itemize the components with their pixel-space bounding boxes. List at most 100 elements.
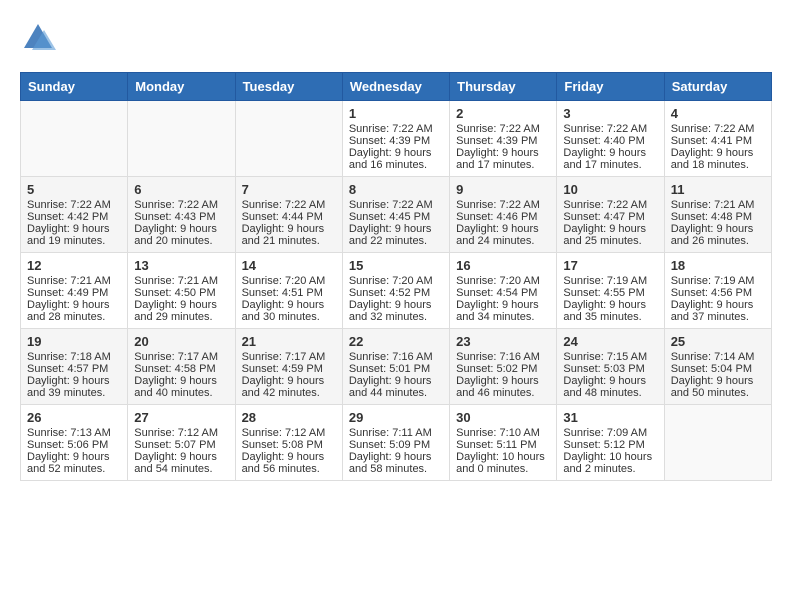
day-number: 3 [563, 106, 657, 121]
day-info-line: Sunrise: 7:10 AM [456, 427, 550, 439]
day-info-line: and 34 minutes. [456, 311, 550, 323]
day-number: 28 [242, 410, 336, 425]
day-info-line: Daylight: 9 hours [671, 223, 765, 235]
day-number: 21 [242, 334, 336, 349]
day-number: 4 [671, 106, 765, 121]
calendar-cell: 1Sunrise: 7:22 AMSunset: 4:39 PMDaylight… [342, 101, 449, 177]
calendar-cell: 15Sunrise: 7:20 AMSunset: 4:52 PMDayligh… [342, 253, 449, 329]
day-info-line: and 32 minutes. [349, 311, 443, 323]
day-info-line: and 18 minutes. [671, 159, 765, 171]
day-info-line: Sunset: 5:02 PM [456, 363, 550, 375]
day-info-line: Sunrise: 7:22 AM [456, 123, 550, 135]
day-info-line: and 28 minutes. [27, 311, 121, 323]
day-info-line: Sunrise: 7:14 AM [671, 351, 765, 363]
day-number: 25 [671, 334, 765, 349]
day-info-line: Sunset: 5:06 PM [27, 439, 121, 451]
day-number: 30 [456, 410, 550, 425]
day-info-line: Sunrise: 7:13 AM [27, 427, 121, 439]
day-info-line: Sunset: 4:47 PM [563, 211, 657, 223]
day-info-line: Daylight: 9 hours [456, 375, 550, 387]
calendar-cell [21, 101, 128, 177]
day-number: 17 [563, 258, 657, 273]
day-info-line: Daylight: 9 hours [671, 147, 765, 159]
day-info-line: Daylight: 9 hours [563, 375, 657, 387]
day-info-line: and 30 minutes. [242, 311, 336, 323]
day-info-line: Sunrise: 7:16 AM [349, 351, 443, 363]
day-info-line: Sunrise: 7:19 AM [563, 275, 657, 287]
day-info-line: and 29 minutes. [134, 311, 228, 323]
calendar-cell: 8Sunrise: 7:22 AMSunset: 4:45 PMDaylight… [342, 177, 449, 253]
calendar-cell: 25Sunrise: 7:14 AMSunset: 5:04 PMDayligh… [664, 329, 771, 405]
day-info-line: Daylight: 9 hours [563, 299, 657, 311]
day-info-line: Daylight: 9 hours [456, 299, 550, 311]
day-header-tuesday: Tuesday [235, 73, 342, 101]
calendar-cell: 24Sunrise: 7:15 AMSunset: 5:03 PMDayligh… [557, 329, 664, 405]
day-info-line: Sunset: 4:49 PM [27, 287, 121, 299]
day-info-line: Sunset: 4:43 PM [134, 211, 228, 223]
day-info-line: Sunrise: 7:17 AM [242, 351, 336, 363]
calendar-cell: 21Sunrise: 7:17 AMSunset: 4:59 PMDayligh… [235, 329, 342, 405]
calendar-cell: 5Sunrise: 7:22 AMSunset: 4:42 PMDaylight… [21, 177, 128, 253]
day-info-line: Sunrise: 7:22 AM [349, 123, 443, 135]
day-info-line: Daylight: 9 hours [671, 299, 765, 311]
calendar-header-row: SundayMondayTuesdayWednesdayThursdayFrid… [21, 73, 772, 101]
calendar-cell: 17Sunrise: 7:19 AMSunset: 4:55 PMDayligh… [557, 253, 664, 329]
day-info-line: and 40 minutes. [134, 387, 228, 399]
day-info-line: Sunrise: 7:19 AM [671, 275, 765, 287]
day-info-line: Sunset: 4:39 PM [349, 135, 443, 147]
calendar-cell: 19Sunrise: 7:18 AMSunset: 4:57 PMDayligh… [21, 329, 128, 405]
day-number: 31 [563, 410, 657, 425]
day-info-line: Daylight: 9 hours [349, 299, 443, 311]
day-info-line: Sunset: 4:40 PM [563, 135, 657, 147]
day-info-line: Daylight: 9 hours [349, 147, 443, 159]
page: SundayMondayTuesdayWednesdayThursdayFrid… [0, 0, 792, 491]
day-info-line: Daylight: 9 hours [349, 375, 443, 387]
day-number: 24 [563, 334, 657, 349]
calendar-cell [235, 101, 342, 177]
calendar-cell: 13Sunrise: 7:21 AMSunset: 4:50 PMDayligh… [128, 253, 235, 329]
day-info-line: and 56 minutes. [242, 463, 336, 475]
calendar-table: SundayMondayTuesdayWednesdayThursdayFrid… [20, 72, 772, 481]
calendar-week-3: 19Sunrise: 7:18 AMSunset: 4:57 PMDayligh… [21, 329, 772, 405]
day-info-line: Daylight: 9 hours [27, 375, 121, 387]
day-info-line: Daylight: 9 hours [563, 223, 657, 235]
day-info-line: Daylight: 9 hours [456, 147, 550, 159]
day-info-line: Sunrise: 7:20 AM [349, 275, 443, 287]
day-header-friday: Friday [557, 73, 664, 101]
day-info-line: Sunset: 4:46 PM [456, 211, 550, 223]
day-info-line: and 22 minutes. [349, 235, 443, 247]
day-number: 12 [27, 258, 121, 273]
day-info-line: Sunrise: 7:22 AM [671, 123, 765, 135]
day-info-line: and 42 minutes. [242, 387, 336, 399]
day-number: 18 [671, 258, 765, 273]
calendar-cell: 31Sunrise: 7:09 AMSunset: 5:12 PMDayligh… [557, 405, 664, 481]
day-number: 6 [134, 182, 228, 197]
day-info-line: Sunset: 4:51 PM [242, 287, 336, 299]
day-info-line: Sunset: 5:04 PM [671, 363, 765, 375]
day-number: 23 [456, 334, 550, 349]
calendar-cell [128, 101, 235, 177]
day-info-line: and 19 minutes. [27, 235, 121, 247]
day-info-line: Daylight: 9 hours [242, 375, 336, 387]
day-info-line: Sunset: 4:50 PM [134, 287, 228, 299]
day-info-line: Sunrise: 7:17 AM [134, 351, 228, 363]
day-number: 22 [349, 334, 443, 349]
day-info-line: and 25 minutes. [563, 235, 657, 247]
day-info-line: Sunrise: 7:15 AM [563, 351, 657, 363]
day-info-line: Sunrise: 7:20 AM [456, 275, 550, 287]
day-info-line: Sunrise: 7:12 AM [134, 427, 228, 439]
calendar-week-1: 5Sunrise: 7:22 AMSunset: 4:42 PMDaylight… [21, 177, 772, 253]
day-info-line: and 35 minutes. [563, 311, 657, 323]
day-info-line: and 50 minutes. [671, 387, 765, 399]
day-info-line: and 16 minutes. [349, 159, 443, 171]
day-number: 29 [349, 410, 443, 425]
calendar-cell: 29Sunrise: 7:11 AMSunset: 5:09 PMDayligh… [342, 405, 449, 481]
day-info-line: Sunrise: 7:16 AM [456, 351, 550, 363]
day-info-line: and 0 minutes. [456, 463, 550, 475]
calendar-cell: 7Sunrise: 7:22 AMSunset: 4:44 PMDaylight… [235, 177, 342, 253]
day-number: 15 [349, 258, 443, 273]
day-info-line: Sunrise: 7:21 AM [27, 275, 121, 287]
day-info-line: and 54 minutes. [134, 463, 228, 475]
logo [20, 20, 60, 56]
day-info-line: Sunset: 5:12 PM [563, 439, 657, 451]
